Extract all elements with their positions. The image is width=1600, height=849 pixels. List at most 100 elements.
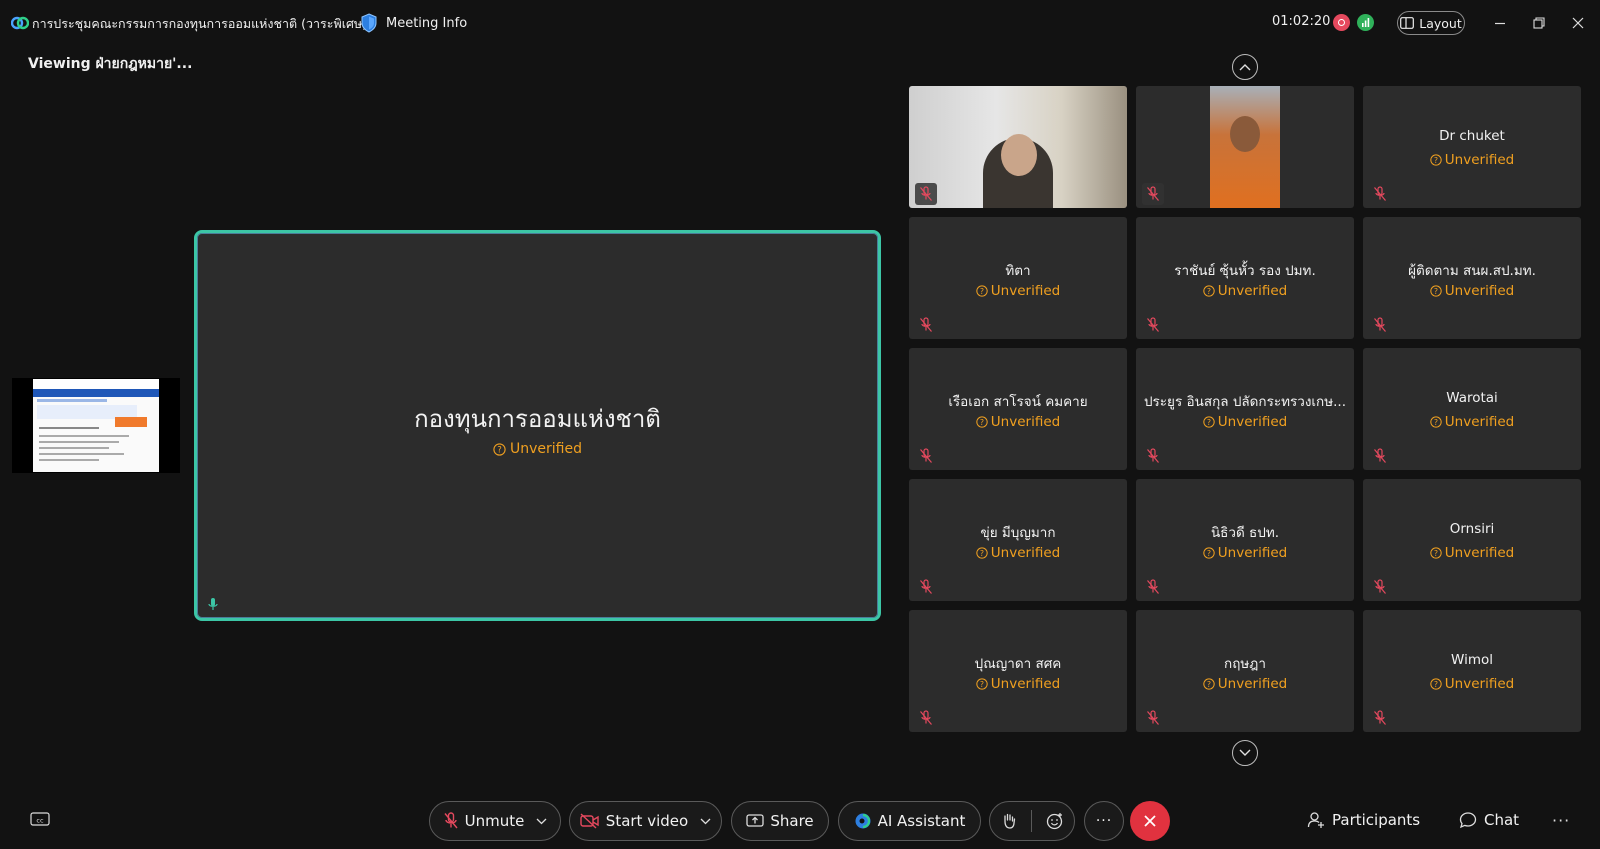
participant-mute-indicator [915,445,937,467]
microphone-muted-icon [1374,186,1386,201]
participant-tile[interactable]: ผู้ติดตาม สนผ.สป.มท.? Unverified [1363,217,1581,339]
more-options-button[interactable]: ··· [1084,801,1124,841]
question-circle-icon: ? [1430,678,1442,690]
participant-tile[interactable]: ประยูร อินสกุล ปลัดกระทรวงเกษ...? Unverif… [1136,348,1354,470]
participant-name: Dr chuket [1439,128,1505,144]
microphone-muted-icon [1147,710,1159,725]
participant-mute-indicator [1142,314,1164,336]
chat-label: Chat [1484,811,1520,829]
participant-name: ผู้ติดตาม สนผ.สป.มท. [1408,263,1536,279]
participant-name: นิธิวดี ธปท. [1210,525,1280,541]
participant-tile[interactable]: Warotai? Unverified [1363,348,1581,470]
participant-mute-indicator [915,707,937,729]
meeting-info-label: Meeting Info [386,15,468,31]
participant-video-face [1001,134,1037,176]
scroll-down-button[interactable] [1232,740,1258,766]
chevron-down-icon[interactable] [700,818,711,825]
question-circle-icon: ? [1430,547,1442,559]
participant-status-text: Unverified [1444,283,1515,299]
shield-icon [361,13,377,33]
share-screen-icon [746,813,764,827]
participant-tile[interactable]: ปุณญาดา สศค? Unverified [909,610,1127,732]
participant-tile[interactable] [1136,86,1354,208]
microphone-muted-icon [1147,317,1159,332]
close-icon [1572,17,1584,29]
minimize-icon [1495,22,1505,25]
participant-name: เรือเอก สาโรจน์ คมคาย [948,394,1088,410]
participant-tile[interactable]: ทิตา? Unverified [909,217,1127,339]
participant-tile[interactable]: กฤษฎา? Unverified [1136,610,1354,732]
unmute-button[interactable]: Unmute [429,801,561,841]
participant-mute-indicator [915,314,937,336]
svg-text:?: ? [1207,549,1211,558]
participant-tile[interactable] [909,86,1127,208]
divider [1030,810,1032,832]
microphone-muted-icon [444,812,458,829]
microphone-muted-icon [1374,579,1386,594]
microphone-muted-icon [1374,317,1386,332]
participants-button[interactable]: Participants [1307,811,1420,829]
minimize-button[interactable] [1491,14,1509,32]
participant-mute-indicator [1369,707,1391,729]
video-off-icon [580,813,599,829]
network-signal-icon[interactable] [1357,14,1374,31]
close-button[interactable] [1569,14,1587,32]
participant-name: Wimol [1451,652,1493,668]
layout-icon [1400,17,1415,29]
microphone-muted-icon [1374,448,1386,463]
participant-mute-indicator [1142,183,1164,205]
participant-status-text: Unverified [1217,676,1288,692]
leave-meeting-button[interactable] [1130,801,1170,841]
participant-status-text: Unverified [990,414,1061,430]
meeting-info-button[interactable]: Meeting Info [360,11,467,35]
question-circle-icon: ? [976,678,988,690]
participant-tile[interactable]: ขุ่ย มีบุญมาก? Unverified [909,479,1127,601]
more-panels-button[interactable]: ··· [1552,811,1570,830]
question-circle-icon: ? [976,416,988,428]
closed-captions-icon[interactable]: cc [30,812,50,828]
svg-text:cc: cc [36,817,44,825]
svg-text:?: ? [1434,418,1438,427]
participant-tile[interactable]: Wimol? Unverified [1363,610,1581,732]
ai-assistant-button[interactable]: AI Assistant [838,801,981,841]
participant-tile[interactable]: ราชันย์ ซุ้นหั้ว รอง ปมท.? Unverified [1136,217,1354,339]
recording-icon[interactable] [1333,14,1350,31]
ai-assistant-label: AI Assistant [877,812,966,830]
participant-status-text: Unverified [990,676,1061,692]
participant-status-text: Unverified [990,283,1061,299]
participant-status-text: Unverified [1217,414,1288,430]
reactions-emoji-icon[interactable] [1046,812,1064,830]
svg-text:?: ? [980,549,984,558]
participant-tile[interactable]: เรือเอก สาโรจน์ คมคาย? Unverified [909,348,1127,470]
layout-button[interactable]: Layout [1397,11,1465,35]
microphone-active-icon [208,598,218,610]
active-speaker-stage[interactable]: กองทุนการออมแห่งชาติ ? Unverified [194,230,881,621]
active-speaker-status: ? Unverified [197,441,878,457]
microphone-muted-icon [1147,186,1159,201]
participant-status: ? Unverified [1136,414,1354,430]
participant-tile[interactable]: Dr chuket? Unverified [1363,86,1581,208]
share-button[interactable]: Share [731,801,829,841]
chevron-up-icon [1239,64,1251,71]
participant-status: ? Unverified [1363,676,1581,692]
start-video-button[interactable]: Start video [569,801,722,841]
chat-button[interactable]: Chat [1459,811,1519,829]
svg-text:?: ? [980,418,984,427]
restore-button[interactable] [1530,14,1548,32]
scroll-up-button[interactable] [1232,54,1258,80]
participant-mute-indicator [1369,183,1391,205]
svg-text:?: ? [1207,418,1211,427]
participant-tile[interactable]: นิธิวดี ธปท.? Unverified [1136,479,1354,601]
question-circle-icon: ? [1203,285,1215,297]
participant-tile[interactable]: Ornsiri? Unverified [1363,479,1581,601]
participant-mute-indicator [915,576,937,598]
participant-status-text: Unverified [1444,152,1515,168]
chevron-down-icon[interactable] [536,818,547,825]
participant-status: ? Unverified [1363,545,1581,561]
raise-hand-icon[interactable] [1001,812,1017,830]
question-circle-icon: ? [493,442,506,456]
shared-content-thumbnail[interactable] [12,378,180,473]
question-circle-icon: ? [1430,285,1442,297]
svg-text:?: ? [1434,287,1438,296]
participant-status-text: Unverified [1444,676,1515,692]
